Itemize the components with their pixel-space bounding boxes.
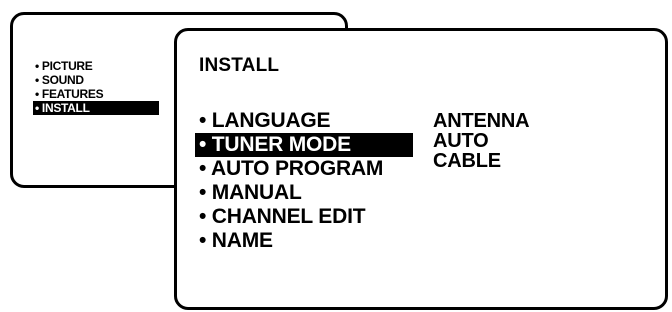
- tuner-option-auto[interactable]: AUTO: [433, 131, 529, 151]
- install-item-language[interactable]: • LANGUAGE: [195, 109, 411, 133]
- install-item-channel-edit[interactable]: • CHANNEL EDIT: [195, 205, 411, 229]
- install-menu-title: INSTALL: [199, 55, 280, 76]
- install-item-auto-program[interactable]: • AUTO PROGRAM: [195, 157, 411, 181]
- install-menu-list: • LANGUAGE • TUNER MODE • AUTO PROGRAM •…: [195, 109, 413, 253]
- menu-item-features[interactable]: • FEATURES: [33, 87, 159, 101]
- main-menu-list: • PICTURE • SOUND • FEATURES • INSTALL: [33, 59, 159, 115]
- install-item-manual[interactable]: • MANUAL: [195, 181, 411, 205]
- tuner-option-cable[interactable]: CABLE: [433, 151, 529, 171]
- menu-item-picture[interactable]: • PICTURE: [33, 59, 159, 73]
- menu-item-sound[interactable]: • SOUND: [33, 73, 159, 87]
- install-submenu-panel: INSTALL • LANGUAGE • TUNER MODE • AUTO P…: [174, 28, 668, 310]
- tuner-option-antenna[interactable]: ANTENNA: [433, 111, 530, 131]
- tuner-mode-options: ANTENNA AUTO CABLE: [433, 111, 530, 171]
- install-item-tuner-mode[interactable]: • TUNER MODE: [195, 133, 413, 157]
- menu-item-install[interactable]: • INSTALL: [33, 101, 159, 115]
- install-item-name[interactable]: • NAME: [195, 229, 411, 253]
